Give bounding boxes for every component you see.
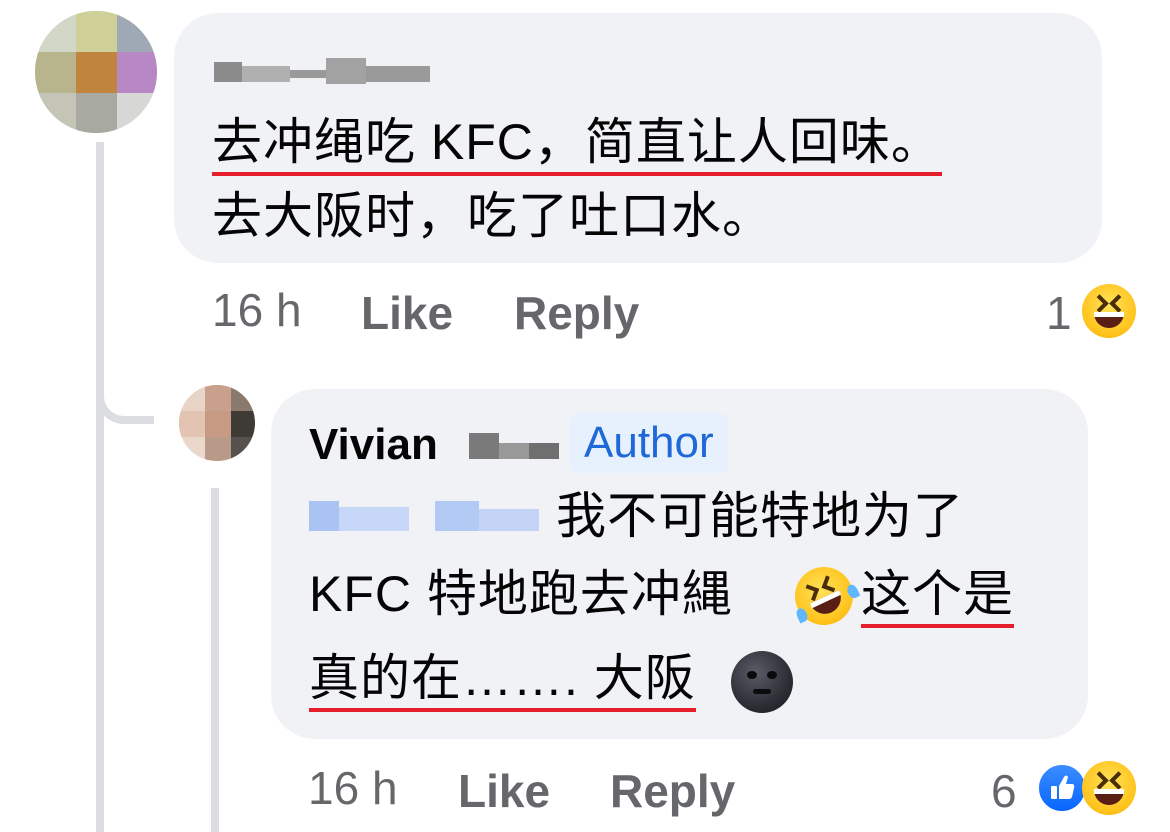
- reply-button[interactable]: Reply: [514, 285, 639, 341]
- rofl-emoji-icon: [785, 557, 863, 635]
- laughing-emoji-icon: [1082, 284, 1136, 338]
- comment-timestamp[interactable]: 16 h: [212, 282, 302, 338]
- author-surname-redacted[interactable]: [469, 429, 559, 461]
- like-reaction-icon: [1036, 762, 1088, 814]
- commenter-avatar[interactable]: [35, 11, 157, 133]
- comment-text-line-2: 去大阪时，吃了吐口水。: [212, 188, 773, 244]
- author-badge: Author: [570, 413, 728, 473]
- reply-like-button[interactable]: Like: [458, 763, 550, 819]
- reply-thread-line: [211, 488, 219, 832]
- reply-reaction-count[interactable]: 6: [991, 763, 1017, 819]
- like-button[interactable]: Like: [361, 285, 453, 341]
- reply-timestamp[interactable]: 16 h: [308, 760, 398, 816]
- reply-reply-button[interactable]: Reply: [610, 763, 735, 819]
- laughing-emoji-icon: [1082, 761, 1136, 815]
- author-avatar[interactable]: [179, 385, 255, 461]
- comment-text-line-1: 去冲绳吃 KFC，简直让人回味。: [212, 111, 942, 176]
- new-moon-face-emoji-icon: [731, 651, 793, 713]
- reply-text-line-1: 我不可能特地为了: [556, 488, 964, 544]
- reply-text-line-4: 真的在……. 大阪: [309, 647, 696, 712]
- mentioned-user-redacted[interactable]: [309, 499, 539, 533]
- reply-bubble: Vivian Author 我不可能特地为了 KFC 特地跑去冲縄 这个是 真的…: [271, 389, 1088, 739]
- comment-bubble: 去冲绳吃 KFC，简直让人回味。 去大阪时，吃了吐口水。: [174, 13, 1102, 263]
- reply-text-line-3: 这个是: [861, 563, 1014, 628]
- author-name[interactable]: Vivian: [309, 419, 438, 471]
- reaction-count[interactable]: 1: [1046, 285, 1072, 341]
- thread-line: [96, 142, 104, 832]
- reply-text-line-2: KFC 特地跑去冲縄: [309, 566, 733, 622]
- reply-connector: [96, 360, 154, 424]
- author-name-redacted[interactable]: [214, 58, 430, 84]
